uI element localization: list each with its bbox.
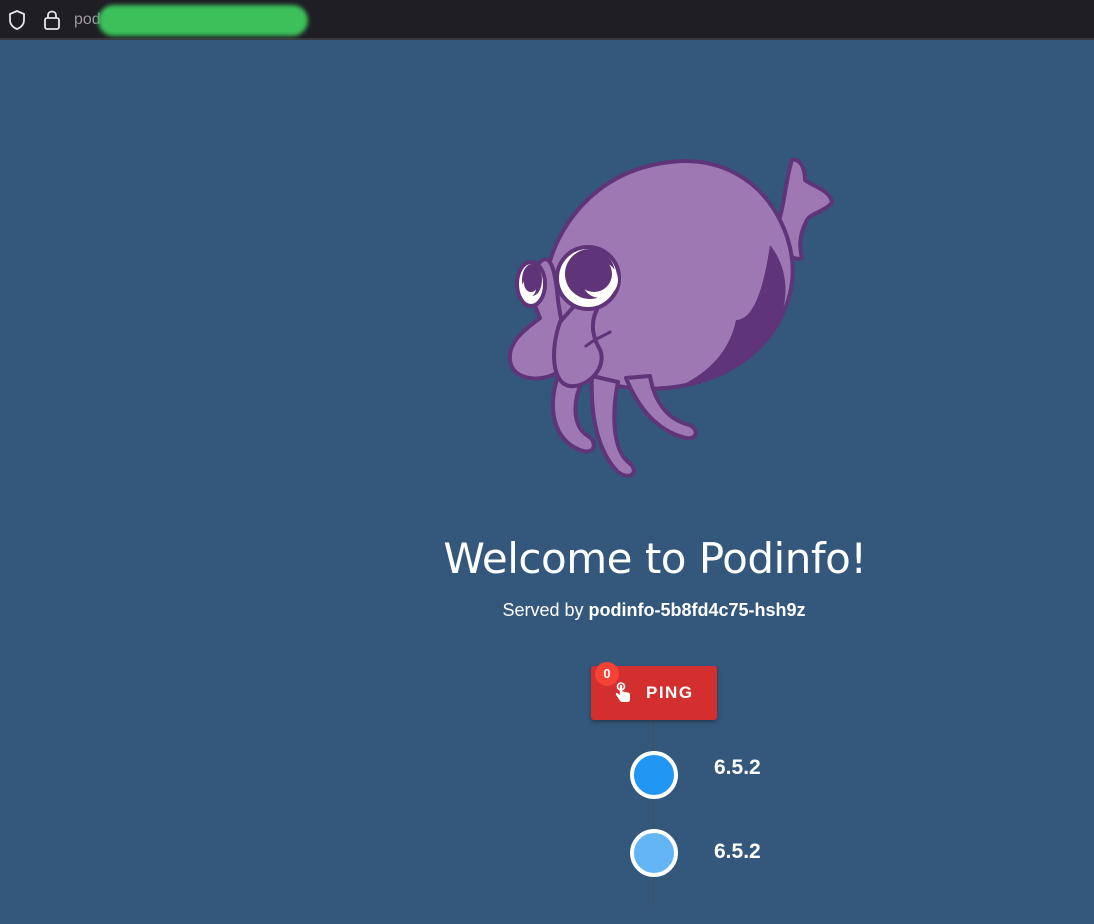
ping-count-badge: 0 (595, 662, 619, 686)
podinfo-cuttlefish-logo (507, 157, 834, 478)
served-by-line: Served by podinfo-5b8fd4c75-hsh9z (0, 600, 1094, 621)
hostname: podinfo-5b8fd4c75-hsh9z (588, 600, 806, 620)
version-label: 6.5.2 (714, 756, 761, 779)
browser-toolbar: pod (0, 0, 1094, 40)
shield-icon[interactable] (7, 9, 27, 31)
timeline-line (653, 720, 654, 906)
lock-icon[interactable] (42, 9, 62, 31)
version-dot (630, 829, 678, 877)
page-title: Welcome to Podinfo! (443, 534, 867, 583)
url-redaction (98, 5, 308, 36)
ping-button[interactable]: PING 0 (591, 662, 717, 720)
version-label: 6.5.2 (714, 840, 761, 863)
served-by-prefix: Served by (502, 600, 584, 620)
touch-app-icon (613, 682, 633, 704)
url-text[interactable]: pod (74, 11, 101, 29)
podinfo-page: Welcome to Podinfo! Served by podinfo-5b… (0, 42, 1094, 924)
version-dot (630, 751, 678, 799)
ping-label: PING (646, 683, 694, 702)
